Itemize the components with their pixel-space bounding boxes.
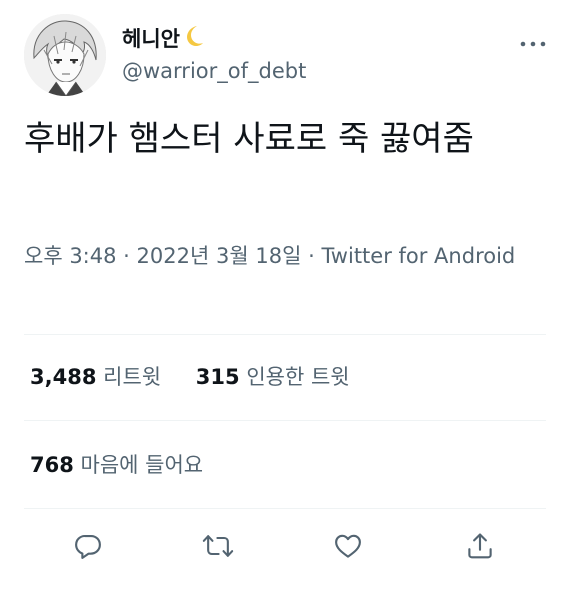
likes-label: 마음에 들어요 <box>80 453 204 477</box>
crescent-moon-icon <box>182 24 206 54</box>
tweet-meta: 오후 3:48 · 2022년 3월 18일 · Twitter for And… <box>24 240 534 273</box>
action-bar <box>24 526 546 570</box>
quotes-count: 315 <box>195 365 240 389</box>
quotes-stat[interactable]: 315 인용한 트윗 <box>196 364 350 390</box>
quotes-label: 인용한 트윗 <box>246 365 350 389</box>
tweet-card: 헤니안 @warrior_of_debt 후배가 햄스터 사료로 죽 끓여줌 오… <box>0 0 572 590</box>
share-button[interactable] <box>460 526 500 566</box>
tweet-header: 헤니안 @warrior_of_debt <box>24 14 548 100</box>
divider <box>24 334 546 335</box>
meta-separator: · <box>308 244 315 268</box>
display-name-text: 헤니안 <box>122 27 180 51</box>
avatar[interactable] <box>24 14 106 96</box>
tweet-source[interactable]: Twitter for Android <box>321 244 515 268</box>
reply-button[interactable] <box>68 526 108 566</box>
more-icon <box>520 41 546 47</box>
divider <box>24 420 546 421</box>
user-handle[interactable]: @warrior_of_debt <box>122 58 306 84</box>
tweet-time[interactable]: 오후 3:48 <box>24 244 116 268</box>
stats-row-retweets: 3,488 리트윗 315 인용한 트윗 <box>30 364 378 390</box>
retweets-label: 리트윗 <box>103 365 162 389</box>
retweets-stat[interactable]: 3,488 리트윗 <box>30 364 161 390</box>
retweets-count: 3,488 <box>30 365 97 389</box>
tweet-text: 후배가 햄스터 사료로 죽 끓여줌 <box>24 119 474 159</box>
avatar-illustration <box>24 14 106 96</box>
likes-count: 768 <box>30 453 74 477</box>
meta-separator: · <box>123 244 130 268</box>
likes-stat[interactable]: 768 마음에 들어요 <box>30 452 203 478</box>
reply-icon <box>75 534 101 559</box>
display-name[interactable]: 헤니안 <box>122 24 206 54</box>
tweet-date[interactable]: 2022년 3월 18일 <box>137 244 302 268</box>
like-button[interactable] <box>328 526 368 566</box>
like-icon <box>335 534 361 558</box>
divider <box>24 508 546 509</box>
share-icon <box>468 533 492 559</box>
retweet-icon <box>202 535 234 557</box>
retweet-button[interactable] <box>198 526 238 566</box>
more-options-button[interactable] <box>518 36 548 52</box>
stats-row-likes: 768 마음에 들어요 <box>30 452 231 478</box>
